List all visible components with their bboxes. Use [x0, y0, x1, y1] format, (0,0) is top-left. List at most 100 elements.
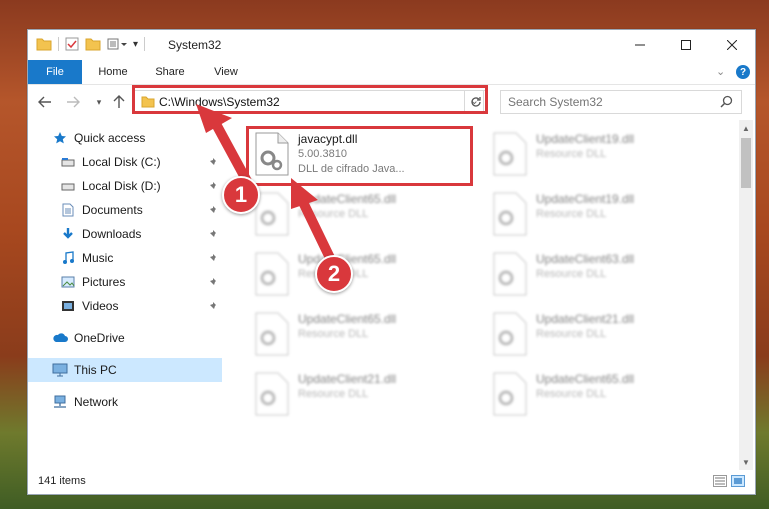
drive-icon	[60, 154, 76, 170]
file-item[interactable]: UpdateClient21.dll Resource DLL	[484, 308, 704, 364]
file-item[interactable]: UpdateClient19.dll Resource DLL	[484, 128, 704, 184]
search-input[interactable]	[501, 91, 701, 113]
recent-locations-icon[interactable]: ▾	[90, 93, 108, 111]
nav-item-music[interactable]: Music	[28, 246, 222, 270]
file-name: UpdateClient65.dll	[298, 312, 397, 326]
dll-file-icon	[255, 372, 289, 416]
details-view-icon[interactable]	[713, 475, 727, 487]
maximize-icon	[681, 40, 691, 50]
file-type: Resource DLL	[536, 208, 607, 220]
nav-item-onedrive[interactable]: OneDrive	[28, 326, 222, 350]
minimize-button[interactable]	[617, 30, 663, 60]
music-icon	[60, 250, 76, 266]
nav-item-pictures[interactable]: Pictures	[28, 270, 222, 294]
nav-item-network[interactable]: Network	[28, 390, 222, 414]
file-name: UpdateClient21.dll	[298, 372, 397, 386]
minimize-icon	[635, 44, 645, 46]
pin-icon[interactable]	[208, 180, 218, 194]
tab-share[interactable]: Share	[148, 60, 192, 84]
pin-icon[interactable]	[208, 252, 218, 266]
tab-file[interactable]: File	[28, 60, 82, 84]
nav-item-label: Pictures	[82, 275, 126, 289]
nav-item-this-pc[interactable]: This PC	[28, 358, 222, 382]
help-icon[interactable]: ?	[736, 65, 750, 79]
customize-toolbar-icon[interactable]	[107, 37, 127, 51]
item-count: 141 items	[38, 475, 86, 487]
properties-icon[interactable]	[65, 37, 79, 51]
forward-arrow-icon	[67, 96, 80, 108]
pin-icon[interactable]	[208, 300, 218, 314]
file-item[interactable]: UpdateClient65.dll Resource DLL	[246, 248, 466, 304]
dll-file-icon	[493, 372, 527, 416]
pin-icon[interactable]	[208, 276, 218, 290]
videos-icon	[60, 298, 76, 314]
file-item[interactable]: UpdateClient21.dll Resource DLL	[246, 368, 466, 424]
nav-item-label: Music	[82, 251, 114, 265]
nav-item-videos[interactable]: Videos	[28, 294, 222, 318]
nav-item-downloads[interactable]: Downloads	[28, 222, 222, 246]
nav-item-label: Local Disk (D:)	[82, 179, 161, 193]
back-arrow-icon	[38, 96, 51, 108]
file-type: Resource DLL	[298, 208, 369, 220]
new-folder-icon[interactable]	[85, 37, 101, 51]
tab-view[interactable]: View	[206, 60, 246, 84]
drive-icon	[60, 178, 76, 194]
file-type: Resource DLL	[536, 268, 607, 280]
maximize-button[interactable]	[663, 30, 709, 60]
file-item[interactable]: UpdateClient65.dll Resource DLL	[246, 188, 466, 244]
close-button[interactable]	[709, 30, 755, 60]
pin-icon[interactable]	[208, 204, 218, 218]
nav-item-label: Videos	[82, 299, 119, 313]
documents-icon	[60, 202, 76, 218]
scroll-down-icon[interactable]: ▼	[739, 454, 753, 470]
file-item[interactable]: UpdateClient63.dll Resource DLL	[484, 248, 704, 304]
explorer-window: ▾ System32 File Home Share View ⌄ ? ▾ C:…	[27, 29, 756, 495]
large-icons-view-icon[interactable]	[731, 475, 745, 487]
nav-item-label: Quick access	[74, 131, 146, 145]
nav-item-documents[interactable]: Documents	[28, 198, 222, 222]
nav-item-label: Documents	[82, 203, 143, 217]
file-name: UpdateClient65.dll	[536, 372, 635, 386]
scroll-thumb[interactable]	[741, 138, 751, 188]
title-bar: ▾ System32	[28, 30, 755, 60]
nav-item-local-disk-d[interactable]: Local Disk (D:)	[28, 174, 222, 198]
scroll-up-icon[interactable]: ▲	[739, 120, 753, 136]
network-icon	[52, 394, 68, 410]
dll-file-icon	[493, 312, 527, 356]
up-arrow-icon	[113, 95, 125, 108]
file-item[interactable]: UpdateClient65.dll Resource DLL	[246, 308, 466, 364]
callout-two: 2	[315, 255, 353, 293]
file-type: Resource DLL	[298, 328, 369, 340]
back-button[interactable]	[36, 93, 54, 111]
search-box[interactable]	[500, 90, 742, 114]
file-type: Resource DLL	[536, 328, 607, 340]
nav-item-local-disk-c[interactable]: Local Disk (C:)	[28, 150, 222, 174]
file-name: UpdateClient21.dll	[536, 312, 635, 326]
pin-icon[interactable]	[208, 228, 218, 242]
star-icon	[52, 130, 68, 146]
file-name: UpdateClient19.dll	[536, 192, 635, 206]
pictures-icon	[60, 274, 76, 290]
vertical-scrollbar[interactable]: ▲ ▼	[739, 120, 753, 470]
nav-item-quick-access[interactable]: Quick access	[28, 126, 222, 150]
tab-home[interactable]: Home	[92, 60, 134, 84]
pin-icon[interactable]	[208, 156, 218, 170]
forward-button[interactable]	[64, 93, 82, 111]
up-button[interactable]	[110, 93, 128, 111]
file-name: UpdateClient63.dll	[536, 252, 635, 266]
view-toggle	[713, 475, 745, 487]
file-type: Resource DLL	[536, 148, 607, 160]
dropdown-arrow-icon[interactable]: ▾	[133, 39, 138, 50]
folder-icon	[36, 38, 52, 51]
expand-ribbon-icon[interactable]: ⌄	[716, 65, 725, 78]
nav-item-label: Downloads	[82, 227, 142, 241]
callout-one: 1	[222, 176, 260, 214]
status-bar: 141 items	[28, 470, 755, 494]
address-highlight-box	[132, 85, 488, 114]
file-item[interactable]: UpdateClient65.dll Resource DLL	[484, 368, 704, 424]
dll-file-icon	[255, 312, 289, 356]
dll-file-icon	[493, 192, 527, 236]
cloud-icon	[52, 330, 68, 346]
nav-item-label: Network	[74, 395, 119, 409]
file-item[interactable]: UpdateClient19.dll Resource DLL	[484, 188, 704, 244]
